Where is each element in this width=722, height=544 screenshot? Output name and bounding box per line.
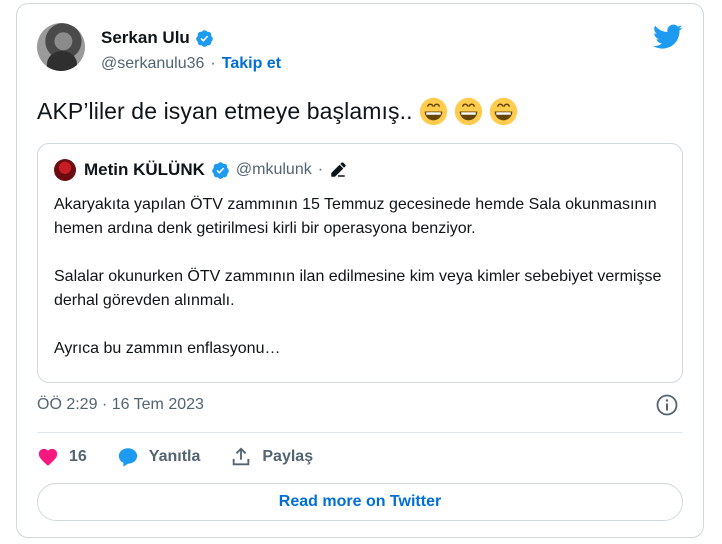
tweet-header: Serkan Ulu @serkanulu36 · Takip et (37, 18, 683, 82)
like-button[interactable]: 16 (37, 446, 87, 468)
quoted-avatar (54, 159, 76, 181)
separator-dot: · (317, 161, 324, 178)
tweet-actions: 16 Yanıtla Paylaş (37, 442, 343, 472)
share-label: Paylaş (262, 448, 314, 465)
quoted-paragraph: Salalar okunurken ÖTV zammının ilan edil… (54, 268, 662, 309)
quoted-tweet[interactable]: Metin KÜLÜNK @mkulunk · Akaryakıta yapıl… (37, 143, 683, 383)
info-icon[interactable] (655, 393, 679, 417)
divider (37, 432, 683, 433)
separator-dot: · (210, 55, 216, 72)
quoted-author-handle: @mkulunk (235, 161, 312, 178)
share-button[interactable]: Paylaş (230, 446, 313, 468)
quoted-tweet-header: Metin KÜLÜNK @mkulunk · (54, 159, 347, 181)
verified-badge-icon (196, 29, 213, 47)
grinning-face-icon (419, 97, 447, 126)
read-more-button[interactable]: Read more on Twitter (37, 483, 683, 521)
reply-bubble-icon (118, 448, 137, 467)
author-name[interactable]: Serkan Ulu (101, 28, 190, 48)
like-count: 16 (69, 448, 87, 465)
tweet-text: AKP’liler de isyan etmeye başlamış.. (37, 98, 413, 124)
quoted-author-name: Metin KÜLÜNK (84, 160, 205, 179)
quoted-paragraph: Ayrıca bu zammın enflasyonu… (54, 340, 281, 357)
tweet-timestamp[interactable]: ÖÖ 2:29 · 16 Tem 2023 (37, 396, 204, 414)
grinning-face-icon (454, 97, 482, 126)
edit-pencil-icon (331, 162, 346, 177)
author-name-row: Serkan Ulu (101, 28, 214, 48)
verified-badge-icon (212, 161, 229, 179)
quoted-paragraph: Akaryakıta yapılan ÖTV zammının 15 Temmu… (54, 196, 657, 237)
reply-button[interactable]: Yanıtla (117, 446, 201, 468)
share-upload-icon (233, 447, 250, 466)
author-handle[interactable]: @serkanulu36 (101, 55, 204, 73)
twitter-bird-icon[interactable] (653, 24, 683, 50)
heart-icon (38, 448, 58, 466)
follow-button[interactable]: Takip et (222, 55, 281, 73)
author-handle-row: @serkanulu36 · Takip et (101, 55, 281, 73)
tweet-text-row: AKP’liler de isyan etmeye başlamış.. (37, 97, 518, 126)
tweet-card: Serkan Ulu @serkanulu36 · Takip et AKP’l… (16, 3, 704, 538)
avatar[interactable] (37, 23, 85, 71)
grinning-face-icon (489, 97, 517, 126)
reply-label: Yanıtla (148, 448, 201, 465)
quoted-tweet-body: Akaryakıta yapılan ÖTV zammının 15 Temmu… (54, 193, 666, 361)
